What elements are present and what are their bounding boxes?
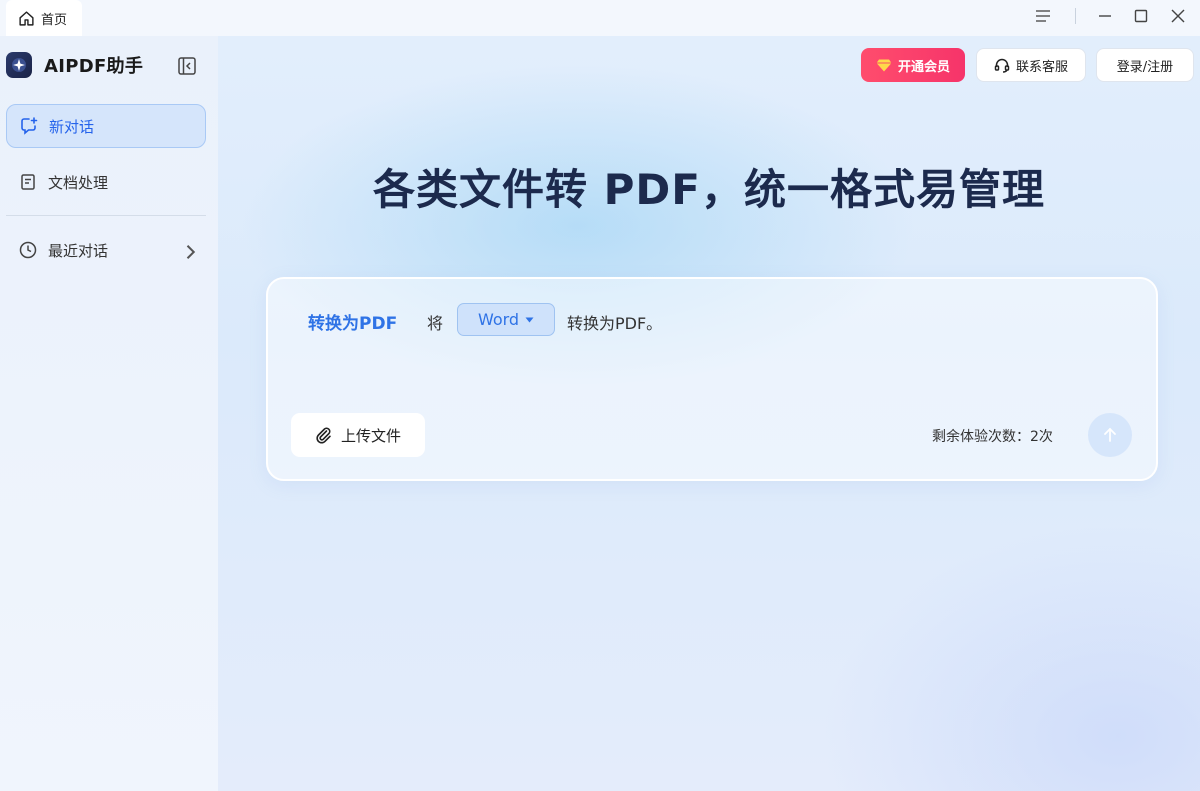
login-register-button[interactable]: 登录/注册 bbox=[1096, 48, 1194, 82]
service-label: 联系客服 bbox=[1015, 59, 1068, 75]
diamond-icon bbox=[876, 59, 892, 72]
format-dropdown[interactable]: Word bbox=[457, 303, 555, 336]
sidebar-item-label: 最近对话 bbox=[48, 241, 109, 260]
app-name: AIPDF助手 bbox=[44, 56, 144, 77]
upload-file-button[interactable]: 上传文件 bbox=[291, 413, 425, 457]
sidebar-item-label: 文档处理 bbox=[48, 173, 109, 192]
logo-sparkle-icon bbox=[12, 58, 26, 72]
close-icon bbox=[1171, 9, 1185, 23]
vip-button[interactable]: 开通会员 bbox=[861, 48, 965, 82]
vip-label: 开通会员 bbox=[897, 59, 950, 75]
prompt-prefix: 将 bbox=[427, 314, 444, 333]
contact-service-button[interactable]: 联系客服 bbox=[976, 48, 1086, 82]
tab-label: 首页 bbox=[41, 12, 68, 28]
paperclip-icon bbox=[316, 427, 331, 444]
home-icon bbox=[19, 10, 34, 26]
maximize-icon bbox=[1134, 9, 1148, 23]
maximize-button[interactable] bbox=[1121, 0, 1161, 32]
clock-icon bbox=[19, 241, 37, 259]
caret-down-icon bbox=[525, 317, 534, 322]
titlebar-separator bbox=[1075, 8, 1076, 24]
main-content: 开通会员 联系客服 登录/注册 各类文件转 PDF，统一格式易管理 转换为PDF… bbox=[218, 36, 1200, 791]
minimize-button[interactable] bbox=[1085, 0, 1125, 32]
title-bar: 首页 bbox=[0, 0, 1200, 36]
upload-label: 上传文件 bbox=[340, 426, 401, 445]
sidebar-divider bbox=[6, 215, 206, 216]
sidebar-item-recent-chats[interactable]: 最近对话 bbox=[6, 228, 206, 272]
close-button[interactable] bbox=[1158, 0, 1198, 32]
chevron-right-icon bbox=[186, 245, 196, 259]
prompt-suffix: 转换为PDF。 bbox=[567, 314, 663, 333]
headset-icon bbox=[994, 58, 1010, 73]
collapse-sidebar-icon[interactable] bbox=[177, 56, 197, 76]
mode-label[interactable]: 转换为PDF bbox=[308, 309, 397, 334]
minimize-icon bbox=[1099, 15, 1111, 17]
document-icon bbox=[21, 174, 35, 190]
sidebar: AIPDF助手 新对话 文档处理 最近对话 bbox=[0, 36, 218, 791]
sidebar-item-label: 新对话 bbox=[49, 117, 95, 136]
hero-title: 各类文件转 PDF，统一格式易管理 bbox=[373, 165, 1045, 214]
remaining-trials-text: 剩余体验次数：2次 bbox=[932, 429, 1053, 445]
app-logo bbox=[6, 52, 32, 78]
tab-home[interactable]: 首页 bbox=[6, 0, 82, 36]
new-chat-icon bbox=[21, 117, 38, 135]
brand: AIPDF助手 bbox=[6, 52, 143, 78]
sidebar-item-new-chat[interactable]: 新对话 bbox=[6, 104, 206, 148]
format-selected-value: Word bbox=[477, 310, 520, 329]
login-label: 登录/注册 bbox=[1116, 59, 1174, 75]
arrow-up-icon bbox=[1104, 427, 1116, 442]
menu-icon bbox=[1036, 10, 1050, 22]
composer-card: 转换为PDF 将 Word 转换为PDF。 上传文件 剩余体验次数：2次 bbox=[266, 277, 1158, 481]
send-button[interactable] bbox=[1088, 413, 1132, 457]
sidebar-item-documents[interactable]: 文档处理 bbox=[6, 160, 206, 204]
menu-button[interactable] bbox=[1023, 0, 1063, 32]
